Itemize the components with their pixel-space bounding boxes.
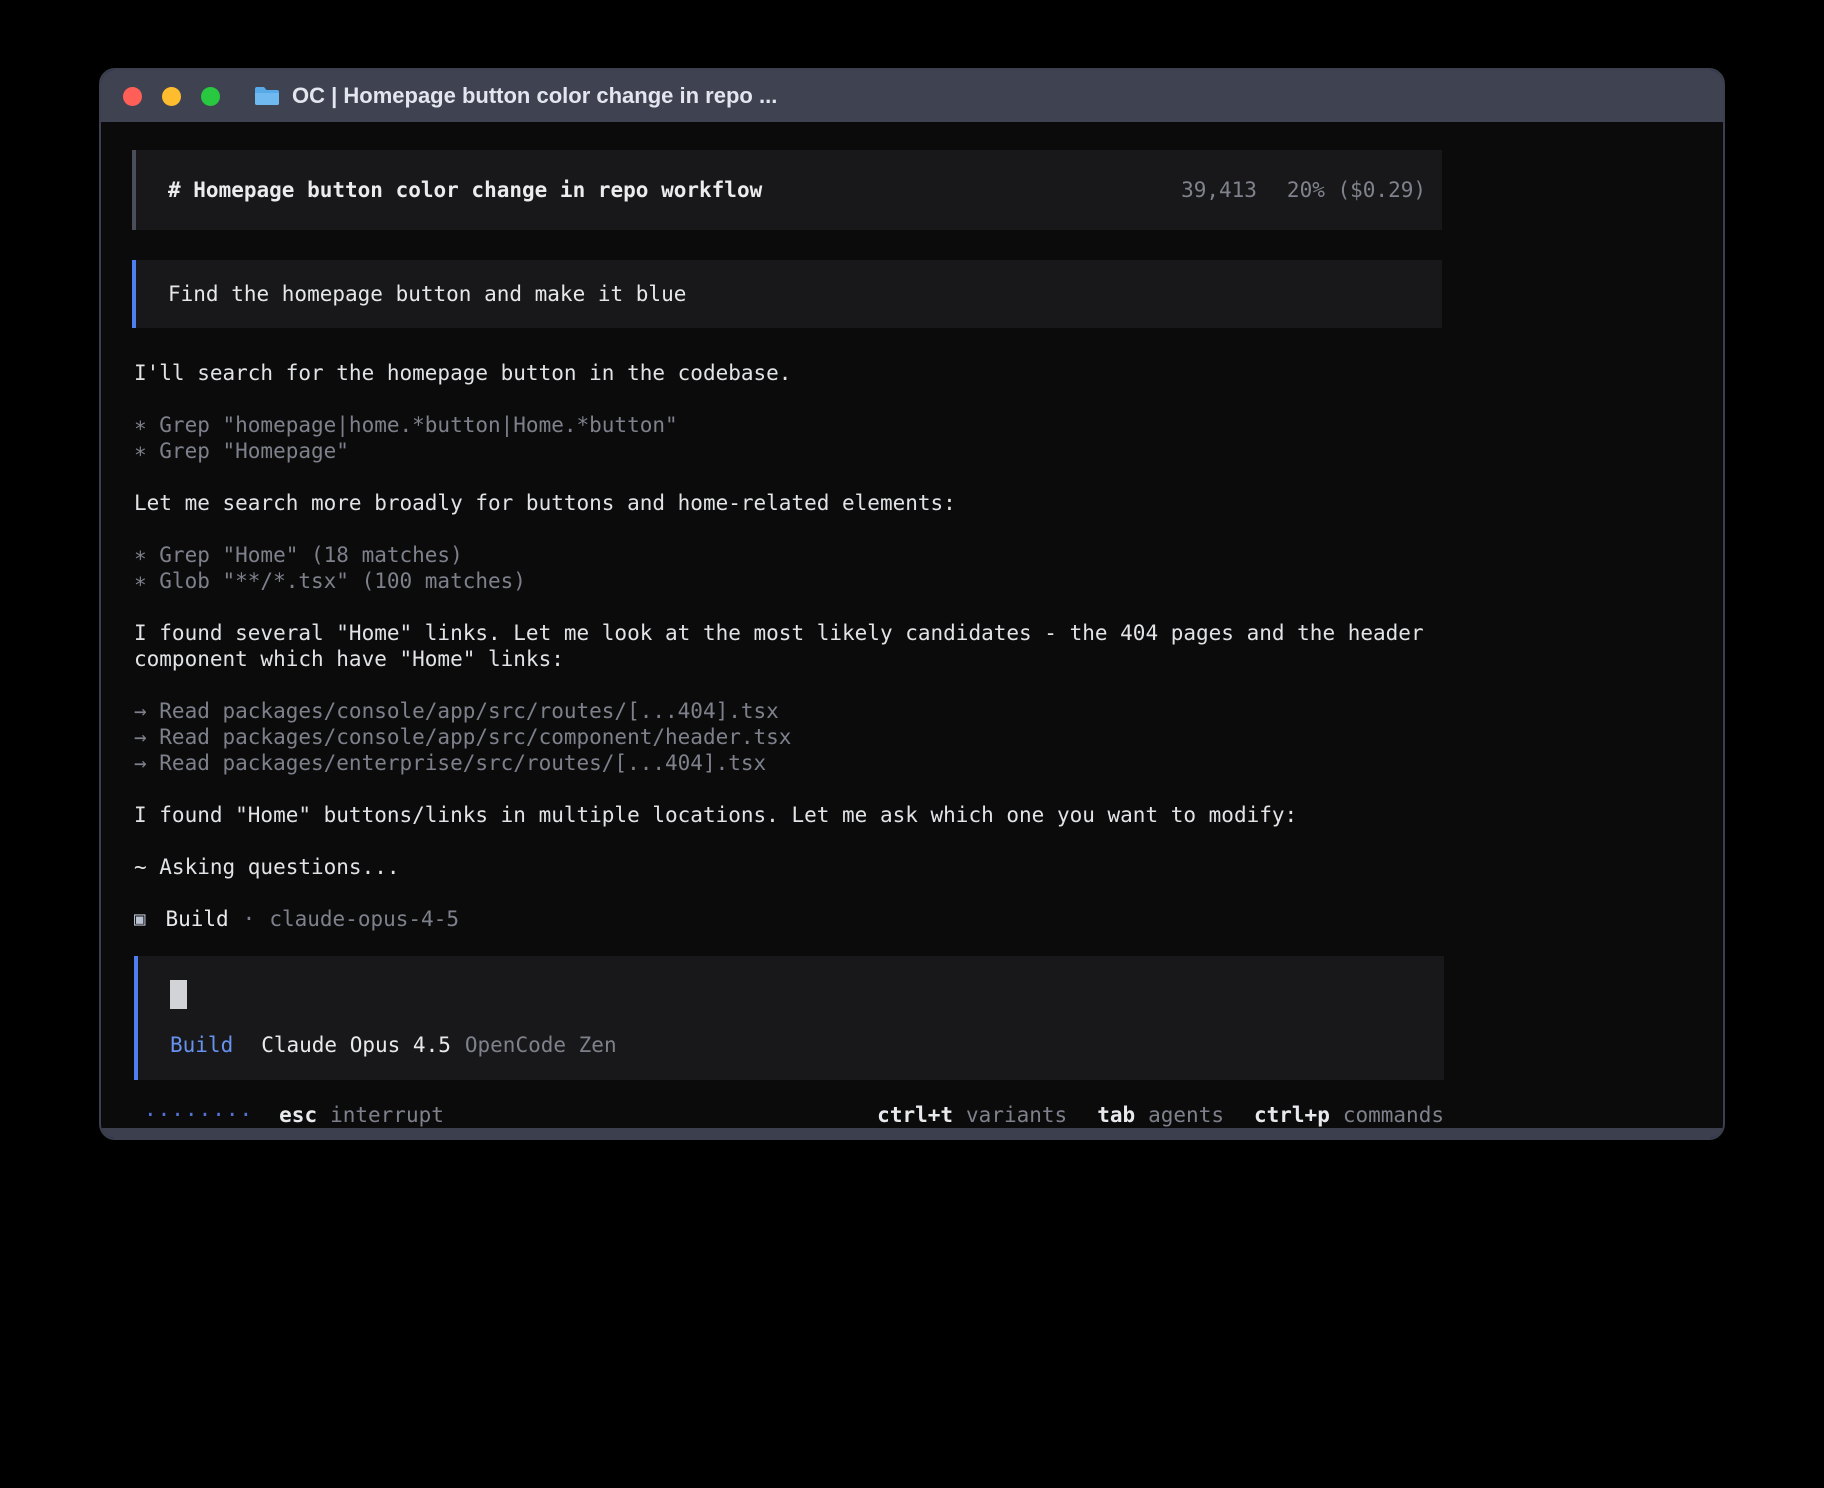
spinner: ········ — [144, 1102, 253, 1128]
assistant-text: I'll search for the homepage button in t… — [134, 360, 1424, 386]
hint-key: ctrl+p — [1254, 1102, 1330, 1128]
agent-icon: ▣ — [134, 906, 145, 932]
agent-separator: · — [243, 906, 256, 932]
keyboard-hint: ctrl+t variants — [877, 1102, 1067, 1128]
prompt-input[interactable]: Build Claude Opus 4.5 OpenCode Zen — [134, 956, 1444, 1080]
keyboard-hint: esc interrupt — [279, 1102, 444, 1128]
terminal-window: OC | Homepage button color change in rep… — [99, 68, 1725, 1140]
user-message-text: Find the homepage button and make it blu… — [168, 282, 686, 306]
hint-label: interrupt — [330, 1102, 444, 1128]
minimize-button[interactable] — [162, 87, 181, 106]
titlebar[interactable]: OC | Homepage button color change in rep… — [101, 70, 1723, 122]
zoom-button[interactable] — [201, 87, 220, 106]
hint-label: commands — [1343, 1102, 1444, 1128]
assistant-transcript: I'll search for the homepage button in t… — [132, 360, 1442, 1128]
hint-label: variants — [966, 1102, 1067, 1128]
folder-icon — [254, 85, 280, 107]
read-call-line: → Read packages/enterprise/src/routes/[.… — [134, 750, 1442, 776]
status-bar-right: ctrl+t variants tab agents ctrl+p comman… — [877, 1102, 1444, 1128]
window-bottom-edge — [101, 1128, 1723, 1138]
tool-call-line: ∗ Grep "Home" (18 matches) — [134, 542, 1442, 568]
mode-badge: Build — [170, 1032, 233, 1058]
assistant-text: I found several "Home" links. Let me loo… — [134, 620, 1424, 672]
tool-call-line: ∗ Grep "homepage|home.*button|Home.*butt… — [134, 412, 1442, 438]
hint-key: ctrl+t — [877, 1102, 953, 1128]
close-button[interactable] — [123, 87, 142, 106]
tool-call-group: ∗ Grep "Home" (18 matches) ∗ Glob "**/*.… — [134, 542, 1442, 594]
session-title: # Homepage button color change in repo w… — [168, 178, 762, 202]
keyboard-hint: ctrl+p commands — [1254, 1102, 1444, 1128]
agent-model: claude-opus-4-5 — [269, 906, 459, 932]
tool-call-group: ∗ Grep "homepage|home.*button|Home.*butt… — [134, 412, 1442, 464]
context-usage: 20% ($0.29) — [1287, 178, 1426, 202]
agent-name: Build — [165, 906, 228, 932]
token-count: 39,413 — [1181, 178, 1257, 202]
terminal-content: # Homepage button color change in repo w… — [101, 122, 1473, 1128]
model-name: Claude Opus 4.5 — [261, 1032, 451, 1058]
read-call-group: → Read packages/console/app/src/routes/[… — [134, 698, 1442, 776]
window-title-wrap: OC | Homepage button color change in rep… — [254, 83, 777, 109]
status-bar: ········ esc interrupt ctrl+t variants t… — [134, 1102, 1444, 1128]
keyboard-hint: tab agents — [1097, 1102, 1224, 1128]
assistant-text: I found "Home" buttons/links in multiple… — [134, 802, 1424, 828]
read-call-line: → Read packages/console/app/src/routes/[… — [134, 698, 1442, 724]
assistant-text: Let me search more broadly for buttons a… — [134, 490, 1424, 516]
text-cursor — [170, 980, 187, 1009]
read-call-line: → Read packages/console/app/src/componen… — [134, 724, 1442, 750]
tool-call-line: ∗ Glob "**/*.tsx" (100 matches) — [134, 568, 1442, 594]
provider-name: OpenCode Zen — [465, 1032, 617, 1058]
window-title: OC | Homepage button color change in rep… — [292, 83, 777, 109]
hint-label: agents — [1148, 1102, 1224, 1128]
status-line: ~ Asking questions... — [134, 854, 1442, 880]
hint-key: tab — [1097, 1102, 1135, 1128]
agent-line: ▣ Build · claude-opus-4-5 — [134, 906, 1442, 932]
input-meta: Build Claude Opus 4.5 OpenCode Zen — [170, 1032, 1444, 1058]
traffic-lights — [123, 87, 220, 106]
hint-key: esc — [279, 1102, 317, 1128]
session-header: # Homepage button color change in repo w… — [132, 150, 1442, 230]
user-message: Find the homepage button and make it blu… — [132, 260, 1442, 328]
status-bar-left: ········ esc interrupt — [144, 1102, 444, 1128]
desktop-background: { "window": { "title": "OC | Homepage bu… — [0, 0, 1824, 1488]
tool-call-line: ∗ Grep "Homepage" — [134, 438, 1442, 464]
session-stats: 39,413 20% ($0.29) — [1181, 178, 1426, 202]
